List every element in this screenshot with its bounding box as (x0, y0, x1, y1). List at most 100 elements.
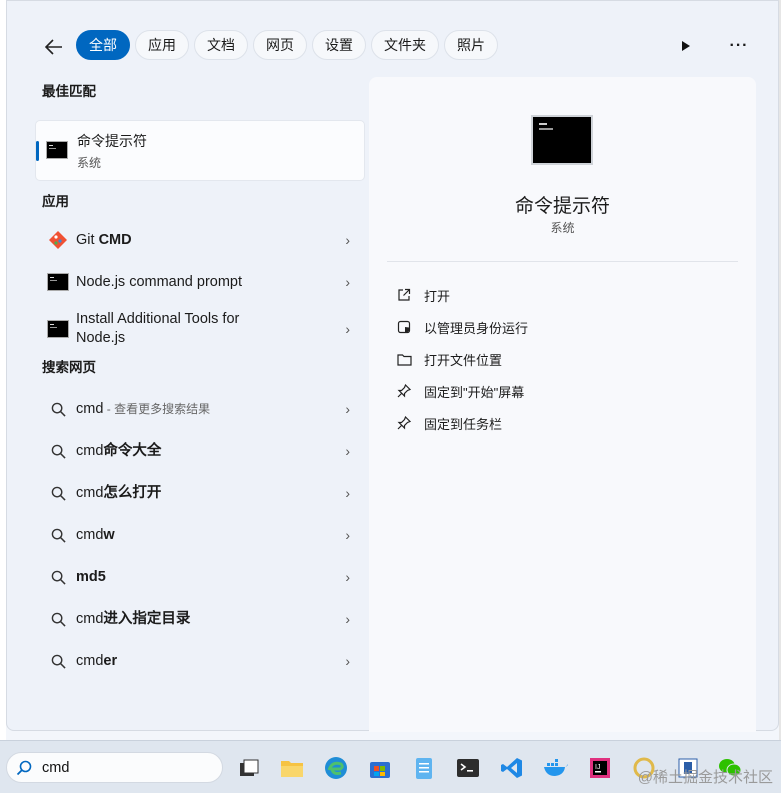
search-icon (47, 650, 69, 672)
file-explorer-icon[interactable] (279, 755, 305, 781)
search-icon (47, 482, 69, 504)
tab-photos[interactable]: 照片 (444, 30, 498, 60)
results-list: 最佳匹配 命令提示符 系统 应用 Git CMD › Node.js comma… (35, 81, 365, 682)
web-result-item[interactable]: cmd怎么打开 › (35, 472, 365, 514)
chevron-right-icon[interactable]: › (345, 274, 350, 290)
search-icon (47, 440, 69, 462)
best-match-name: 命令提示符 (77, 133, 147, 149)
app-name-line2: Node.js (76, 330, 126, 346)
chevron-right-icon[interactable]: › (345, 321, 350, 337)
git-icon (47, 229, 69, 251)
taskbar-search[interactable] (6, 752, 223, 783)
play-arrow-icon (682, 41, 690, 51)
back-arrow-icon (45, 39, 62, 55)
web-query-text: cmd (76, 442, 104, 459)
action-pin-taskbar[interactable]: 固定到任务栏 (395, 407, 528, 439)
pin-icon (395, 382, 413, 400)
web-result-item[interactable]: cmd - 查看更多搜索结果 › (35, 388, 365, 430)
chevron-right-icon[interactable]: › (345, 569, 350, 585)
action-run-as-admin[interactable]: 以管理员身份运行 (395, 311, 528, 343)
chevron-right-icon[interactable]: › (345, 653, 350, 669)
tab-apps[interactable]: 应用 (135, 30, 189, 60)
chevron-right-icon[interactable]: › (345, 527, 350, 543)
action-pin-start[interactable]: 固定到"开始"屏幕 (395, 375, 528, 407)
filter-tabs: 全部 应用 文档 网页 设置 文件夹 照片 (76, 30, 498, 60)
action-label: 固定到任务栏 (424, 416, 503, 432)
web-query-suffix: - 查看更多搜索结果 (103, 401, 211, 416)
tab-all[interactable]: 全部 (76, 30, 130, 60)
best-match-type: 系统 (77, 156, 102, 170)
vscode-icon[interactable] (499, 755, 525, 781)
watermark: @稀土掘金技术社区 (637, 769, 773, 786)
task-view-icon[interactable] (236, 755, 262, 781)
web-query-text: cmd (76, 652, 104, 669)
best-match-item[interactable]: 命令提示符 系统 (35, 120, 365, 181)
web-query-completion: 命令大全 (103, 442, 162, 459)
search-icon (47, 398, 69, 420)
action-label: 打开 (424, 288, 451, 304)
web-result-item[interactable]: cmdw › (35, 514, 365, 556)
tab-documents[interactable]: 文档 (194, 30, 248, 60)
section-apps-title: 应用 (42, 194, 69, 209)
search-input[interactable] (42, 759, 202, 776)
search-icon (47, 566, 69, 588)
search-icon (47, 524, 69, 546)
web-result-item[interactable]: cmd命令大全 › (35, 430, 365, 472)
app-name: Node.js command prompt (76, 273, 243, 290)
web-query-text: cmd (76, 400, 104, 417)
terminal-app-icon[interactable] (455, 755, 481, 781)
action-label: 以管理员身份运行 (424, 320, 529, 336)
web-result-item[interactable]: cmder › (35, 640, 365, 682)
search-icon (47, 608, 69, 630)
chevron-right-icon[interactable]: › (345, 443, 350, 459)
web-query-completion: er (103, 652, 118, 669)
action-open-location[interactable]: 打开文件位置 (395, 343, 528, 375)
web-query-completion: w (103, 526, 115, 543)
selection-indicator (36, 141, 39, 161)
web-results: cmd - 查看更多搜索结果 › cmd命令大全 › cmd怎么打开 › cmdw › md5 ›… (35, 388, 365, 682)
section-web-title: 搜索网页 (42, 360, 96, 375)
chevron-right-icon[interactable]: › (345, 485, 350, 501)
taskbar: IJ @稀土掘金技术社区 (0, 740, 781, 793)
store-icon[interactable] (367, 755, 393, 781)
notepad-icon[interactable] (411, 755, 437, 781)
more-filters-button[interactable] (673, 33, 699, 59)
divider (387, 261, 738, 262)
chevron-right-icon[interactable]: › (345, 611, 350, 627)
tab-folders[interactable]: 文件夹 (371, 30, 439, 60)
chevron-right-icon[interactable]: › (345, 232, 350, 248)
web-query-completion: md5 (76, 568, 106, 585)
web-query-text: cmd (76, 526, 104, 543)
tab-settings[interactable]: 设置 (312, 30, 366, 60)
web-result-item[interactable]: cmd进入指定目录 › (35, 598, 365, 640)
detail-title: 命令提示符 (514, 196, 610, 217)
detail-panel: 命令提示符 系统 打开 以管理员身份运行 打开文件位置 固定到"开始"屏幕 固定… (369, 77, 756, 732)
ellipsis-icon: ··· (729, 37, 749, 54)
more-options-button[interactable]: ··· (725, 33, 753, 59)
section-best-match-title: 最佳匹配 (42, 84, 96, 99)
tab-web[interactable]: 网页 (253, 30, 307, 60)
back-button[interactable] (39, 32, 69, 62)
web-query-text: cmd (76, 610, 104, 627)
cmd-icon (46, 141, 68, 164)
app-result-git-cmd[interactable]: Git CMD › (35, 219, 365, 261)
shield-icon (395, 318, 413, 336)
edge-icon[interactable] (323, 755, 349, 781)
web-query-completion: 怎么打开 (103, 484, 162, 501)
action-label: 固定到"开始"屏幕 (424, 384, 525, 400)
action-open[interactable]: 打开 (395, 279, 528, 311)
app-name-line1: Install Additional Tools for (76, 311, 240, 327)
app-result-node-prompt[interactable]: Node.js command prompt › (35, 261, 365, 303)
folder-icon (395, 350, 413, 368)
web-result-item[interactable]: md5 › (35, 556, 365, 598)
terminal-icon (47, 271, 69, 293)
pin-icon (395, 414, 413, 432)
docker-icon[interactable] (543, 755, 569, 781)
web-query-text: cmd (76, 484, 104, 501)
app-name-prefix: Git (76, 231, 99, 248)
intellij-icon[interactable]: IJ (587, 755, 613, 781)
detail-subtitle: 系统 (550, 221, 575, 235)
chevron-right-icon[interactable]: › (345, 401, 350, 417)
app-name-match: CMD (98, 231, 132, 248)
app-result-node-tools[interactable]: Install Additional Tools for Node.js › (35, 303, 365, 355)
